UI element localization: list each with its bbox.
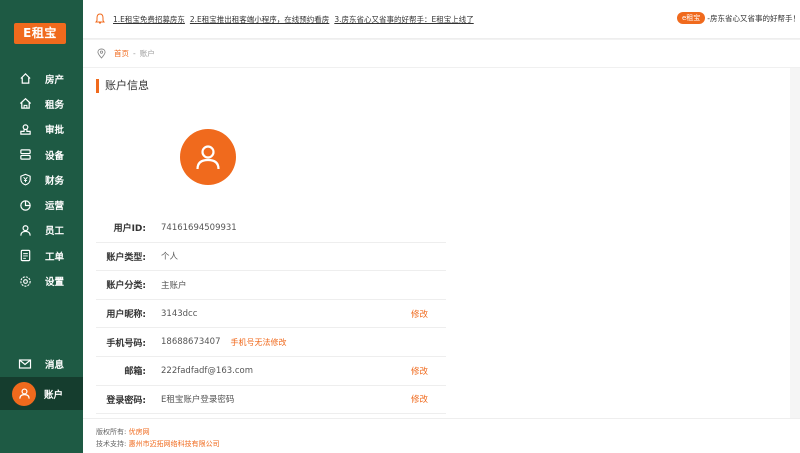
breadcrumb-separator: - <box>133 49 136 58</box>
house-outline-icon <box>18 97 32 111</box>
copyright-link[interactable]: 优房网 <box>129 428 150 436</box>
support-link[interactable]: 惠州市迈拓网络科技有限公司 <box>129 440 220 448</box>
info-value: 3143dcc <box>161 308 198 319</box>
info-value: 18688673407 <box>161 337 221 348</box>
pie-chart-icon <box>18 198 32 212</box>
breadcrumb: 首页 - 账户 <box>83 40 800 68</box>
sidebar-item-account[interactable]: 账户 <box>0 377 83 410</box>
notice-item[interactable]: 3.房东省心又省事的好帮手：E租宝上线了 <box>334 14 473 25</box>
info-row-nickname: 用户昵称: 3143dcc 修改 <box>96 300 446 329</box>
sidebar-item-device[interactable]: 设备 <box>0 142 83 167</box>
notice-item[interactable]: 2.E租宝推出租客端小程序，在线预约看房 <box>190 14 329 25</box>
sidebar-item-staff[interactable]: 员工 <box>0 218 83 243</box>
mail-icon <box>18 357 32 371</box>
profile-avatar[interactable] <box>180 129 236 185</box>
gear-icon <box>18 274 32 288</box>
info-value: 个人 <box>161 252 179 263</box>
info-value: 74161694509931 <box>161 222 237 233</box>
copyright-label: 版权所有: <box>96 428 127 436</box>
sidebar-item-approval[interactable]: 审批 <box>0 117 83 142</box>
info-label: 邮箱: <box>124 367 146 378</box>
location-pin-icon <box>97 48 106 59</box>
sidebar-item-label: 运营 <box>45 201 65 213</box>
sidebar-item-label: 账户 <box>44 389 64 401</box>
info-value: 主账户 <box>161 280 187 291</box>
sidebar-item-messages[interactable]: 消息 <box>0 350 83 377</box>
sidebar-item-label: 工单 <box>45 251 65 263</box>
sidebar-nav: 房产 租务 审批 设备 财务 运营 员工 工单 设置 <box>0 66 83 294</box>
info-label: 登录密码: <box>106 395 146 406</box>
bell-icon <box>95 13 105 24</box>
document-icon <box>18 249 32 263</box>
sidebar-item-label: 房产 <box>45 74 65 86</box>
info-row-account-type: 账户类型: 个人 <box>96 243 446 272</box>
support-label: 技术支持: <box>96 440 127 448</box>
scrollbar[interactable] <box>790 68 800 418</box>
info-label: 手机号码: <box>106 338 146 349</box>
info-row-phone: 手机号码: 18688673407 手机号无法修改 <box>96 328 446 357</box>
avatar-icon <box>12 381 36 406</box>
sidebar-item-operations[interactable]: 运营 <box>0 192 83 217</box>
promo-banner[interactable]: e租宝 -房东省心又省事的好帮手！ <box>676 12 800 24</box>
info-value: 222fadfadf@163.com <box>161 365 253 376</box>
sidebar-item-property[interactable]: 房产 <box>0 66 83 91</box>
sidebar-item-rental[interactable]: 租务 <box>0 91 83 116</box>
sidebar-item-label: 审批 <box>45 125 65 137</box>
promo-text: -房东省心又省事的好帮手！ <box>707 13 800 23</box>
sidebar-bottom: 消息 账户 <box>0 350 83 453</box>
sidebar-item-settings[interactable]: 设置 <box>0 268 83 293</box>
phone-note: 手机号无法修改 <box>230 337 287 347</box>
sidebar-item-label: 财务 <box>45 175 65 187</box>
info-row-account-category: 账户分类: 主账户 <box>96 271 446 300</box>
notice-list: 1.E租宝免费招募房东 2.E租宝推出租客端小程序，在线预约看房 3.房东省心又… <box>113 14 474 25</box>
info-label: 用户昵称: <box>106 310 146 321</box>
notice-bar: 1.E租宝免费招募房东 2.E租宝推出租客端小程序，在线预约看房 3.房东省心又… <box>83 0 800 39</box>
sidebar-item-label: 租务 <box>45 99 65 111</box>
footer-support: 技术支持: 惠州市迈拓网络科技有限公司 <box>96 438 800 450</box>
account-info-list: 用户ID: 74161694509931 账户类型: 个人 账户分类: 主账户 … <box>96 214 446 415</box>
sidebar-item-finance[interactable]: 财务 <box>0 167 83 192</box>
info-row-password: 登录密码: E租宝账户登录密码 修改 <box>96 386 446 415</box>
sidebar-item-label: 设置 <box>45 277 65 289</box>
promo-tag: e租宝 <box>676 12 706 24</box>
sidebar: E租宝 房产 租务 审批 设备 财务 运营 员工 工单 设置 消息 账户 <box>0 0 83 453</box>
breadcrumb-current: 账户 <box>139 49 155 58</box>
info-label: 用户ID: <box>113 224 146 235</box>
user-icon <box>196 145 220 170</box>
footer-copyright: 版权所有: 优房网 <box>96 426 800 438</box>
info-value: E租宝账户登录密码 <box>161 395 235 406</box>
info-row-email: 邮箱: 222fadfadf@163.com 修改 <box>96 357 446 386</box>
sidebar-item-label: 设备 <box>45 150 65 162</box>
info-row-user-id: 用户ID: 74161694509931 <box>96 214 446 243</box>
edit-nickname-button[interactable]: 修改 <box>411 308 428 320</box>
stamp-icon <box>18 122 32 136</box>
sidebar-item-label: 员工 <box>45 226 65 238</box>
account-panel: 账户信息 用户ID: 74161694509931 账户类型: 个人 账户分类:… <box>83 68 790 418</box>
person-icon <box>18 223 32 237</box>
footer: 版权所有: 优房网 技术支持: 惠州市迈拓网络科技有限公司 <box>83 418 800 453</box>
sidebar-item-label: 消息 <box>45 359 65 371</box>
breadcrumb-home[interactable]: 首页 <box>114 48 129 59</box>
sidebar-item-workorder[interactable]: 工单 <box>0 243 83 268</box>
notice-item[interactable]: 1.E租宝免费招募房东 <box>113 14 185 25</box>
page-title: 账户信息 <box>96 79 149 93</box>
edit-password-button[interactable]: 修改 <box>411 393 428 405</box>
edit-email-button[interactable]: 修改 <box>411 365 428 377</box>
info-label: 账户分类: <box>106 281 146 292</box>
home-icon <box>18 72 32 86</box>
info-label: 账户类型: <box>106 252 146 263</box>
yuan-shield-icon <box>18 173 32 187</box>
device-icon <box>18 148 32 162</box>
app-logo[interactable]: E租宝 <box>14 23 66 44</box>
